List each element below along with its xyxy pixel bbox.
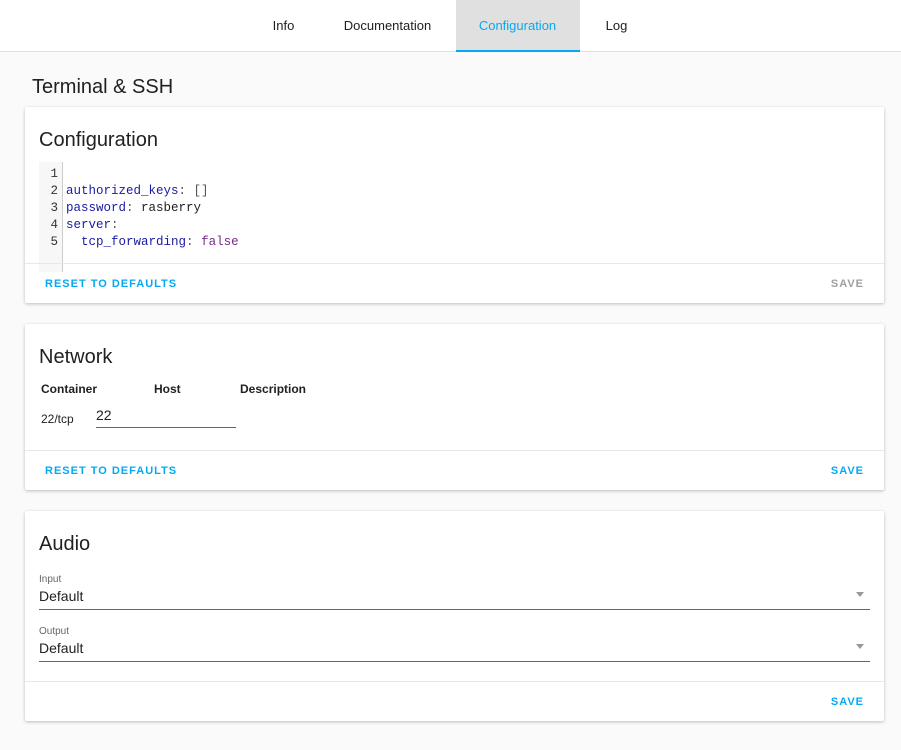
save-button[interactable]: SAVE	[831, 278, 864, 290]
yaml-key: tcp_forwarding	[81, 235, 187, 249]
yaml-key: server	[66, 218, 112, 232]
line-numbers: 1 2 3 4 5	[39, 162, 63, 272]
output-label: Output	[39, 626, 70, 637]
line-number: 1	[50, 167, 58, 181]
save-button[interactable]: SAVE	[831, 465, 864, 477]
input-label: Input	[39, 574, 62, 585]
column-header-container: Container	[41, 382, 98, 396]
tab-bar: Info Documentation Configuration Log	[0, 0, 901, 52]
yaml-editor[interactable]: 1 2 3 4 5 authorized_keys: [] password: r…	[39, 162, 870, 272]
tab-info[interactable]: Info	[248, 0, 320, 52]
tab-log[interactable]: Log	[580, 0, 654, 52]
card-title: Network	[39, 346, 113, 368]
yaml-value: []	[193, 184, 209, 198]
card-title: Configuration	[39, 129, 158, 151]
configuration-card: Configuration 1 2 3 4 5 authorized_keys:…	[25, 107, 884, 303]
reset-to-defaults-button[interactable]: RESET TO DEFAULTS	[45, 278, 177, 290]
column-header-host: Host	[154, 382, 181, 396]
container-port: 22/tcp	[41, 412, 74, 426]
line-number: 3	[50, 201, 58, 215]
input-value: Default	[39, 585, 870, 610]
reset-to-defaults-button[interactable]: RESET TO DEFAULTS	[45, 465, 177, 477]
output-select[interactable]: Output Default	[39, 626, 870, 662]
card-title: Audio	[39, 533, 91, 555]
host-port-input[interactable]: 22	[96, 407, 236, 428]
yaml-value: false	[201, 235, 239, 249]
page-title: Terminal & SSH	[32, 76, 174, 98]
column-header-description: Description	[240, 382, 307, 396]
yaml-key: authorized_keys	[66, 184, 179, 198]
network-card: Network Container Host Description 22/tc…	[25, 324, 884, 490]
yaml-key: password	[66, 201, 127, 215]
audio-card: Audio Input Default Output Default SAVE	[25, 511, 884, 721]
yaml-value: rasberry	[141, 201, 202, 215]
line-number: 5	[50, 235, 58, 249]
dropdown-arrow-icon	[856, 644, 864, 653]
line-number: 2	[50, 184, 58, 198]
code-lines[interactable]: authorized_keys: [] password: rasberry ser…	[63, 162, 242, 272]
tab-documentation[interactable]: Documentation	[320, 0, 456, 52]
input-select[interactable]: Input Default	[39, 574, 870, 610]
dropdown-arrow-icon	[856, 592, 864, 601]
output-value: Default	[39, 637, 870, 662]
line-number: 4	[50, 218, 58, 232]
save-button[interactable]: SAVE	[831, 696, 864, 708]
tab-configuration[interactable]: Configuration	[455, 0, 580, 52]
